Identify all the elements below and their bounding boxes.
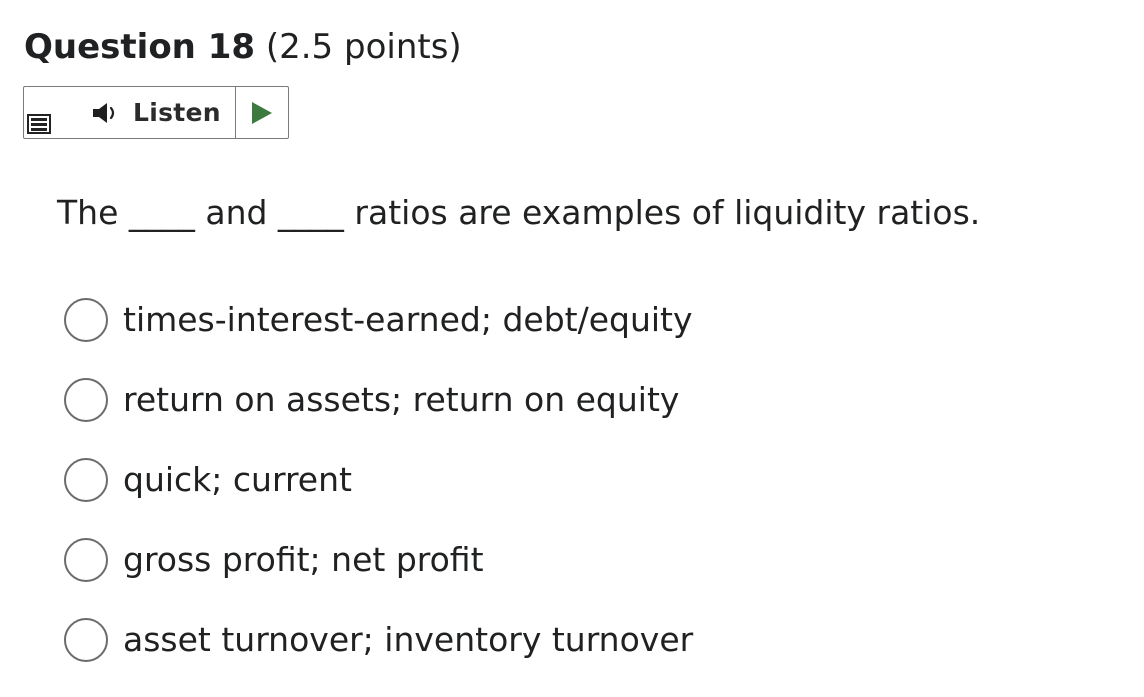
play-button[interactable]	[236, 87, 288, 138]
menu-icon[interactable]	[27, 114, 51, 134]
option-label[interactable]: return on assets; return on equity	[123, 377, 679, 423]
radio-button[interactable]	[64, 538, 108, 582]
question-points: (2.5 points)	[265, 27, 462, 67]
answer-option[interactable]: gross profit; net profit	[64, 537, 693, 583]
radio-button[interactable]	[64, 618, 108, 662]
listen-toolbar: Listen	[23, 86, 289, 139]
question-title: Question 18	[24, 27, 256, 67]
listen-button[interactable]: Listen	[58, 87, 236, 138]
option-label[interactable]: quick; current	[123, 457, 352, 503]
option-label[interactable]: asset turnover; inventory turnover	[123, 617, 693, 663]
radio-button[interactable]	[64, 298, 108, 342]
speaker-icon	[93, 102, 115, 123]
listen-label: Listen	[133, 98, 221, 127]
listen-menu-button[interactable]	[24, 87, 58, 138]
answer-option[interactable]: quick; current	[64, 457, 693, 503]
radio-button[interactable]	[64, 378, 108, 422]
play-icon[interactable]	[251, 101, 273, 125]
option-label[interactable]: gross profit; net profit	[123, 537, 484, 583]
answer-option[interactable]: times-interest-earned; debt/equity	[64, 297, 693, 343]
question-text: The ____ and ____ ratios are examples of…	[57, 193, 981, 232]
question-header: Question 18 (2.5 points)	[24, 24, 462, 70]
answer-option[interactable]: asset turnover; inventory turnover	[64, 617, 693, 663]
answer-options: times-interest-earned; debt/equity retur…	[64, 297, 693, 697]
radio-button[interactable]	[64, 458, 108, 502]
option-label[interactable]: times-interest-earned; debt/equity	[123, 297, 693, 343]
answer-option[interactable]: return on assets; return on equity	[64, 377, 693, 423]
